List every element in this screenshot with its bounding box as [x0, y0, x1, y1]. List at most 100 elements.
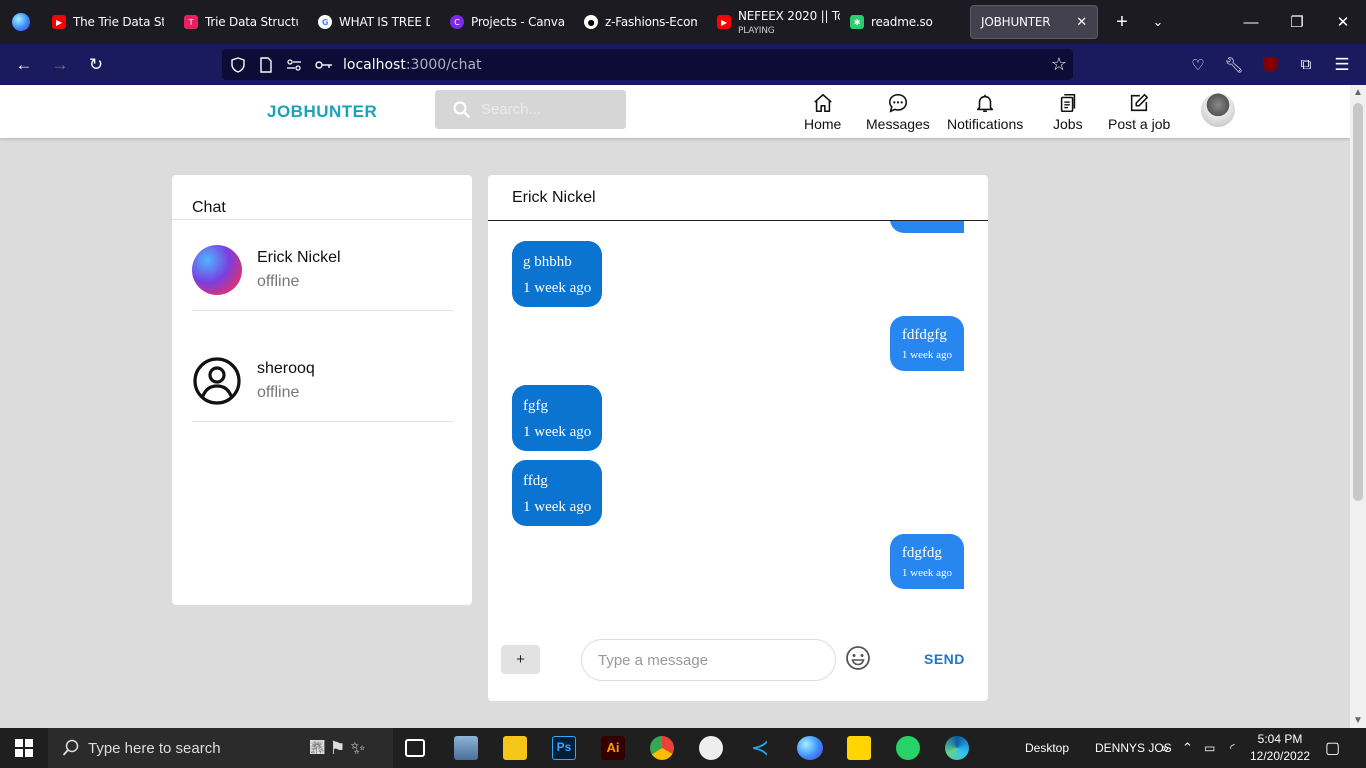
- scroll-up-icon[interactable]: ▲: [1353, 87, 1363, 98]
- bookmark-star-icon[interactable]: ☆: [1051, 54, 1067, 75]
- illustrator-icon[interactable]: Ai: [601, 736, 625, 760]
- nav-notifications-label: Notifications: [947, 116, 1024, 132]
- emoji-icon[interactable]: [845, 645, 871, 671]
- forward-icon[interactable]: →: [42, 44, 78, 85]
- youtube-icon: ▶: [717, 15, 731, 29]
- close-window-icon[interactable]: ✕: [1320, 0, 1366, 44]
- nav-jobs[interactable]: Jobs: [1053, 92, 1083, 132]
- contact-item[interactable]: sherooq offline: [192, 331, 453, 422]
- tab-title: Trie Data Structur: [205, 15, 298, 29]
- message-bubble-incoming: g bhbhb 1 week ago: [512, 241, 603, 307]
- nav-post-job[interactable]: Post a job: [1108, 92, 1170, 132]
- task-view-icon[interactable]: [405, 739, 425, 757]
- ublock-icon[interactable]: [1252, 44, 1288, 85]
- edge-icon[interactable]: [945, 736, 969, 760]
- new-tab-icon[interactable]: +: [1104, 11, 1140, 34]
- nav-messages-label: Messages: [866, 116, 930, 132]
- back-icon[interactable]: ←: [6, 44, 42, 85]
- user-avatar[interactable]: [1201, 93, 1235, 127]
- extensions-icon[interactable]: ⧉: [1288, 44, 1324, 85]
- brand-logo[interactable]: JOBHUNTER: [267, 102, 377, 122]
- file-explorer-icon[interactable]: [503, 736, 527, 760]
- restore-icon[interactable]: ❐: [1274, 0, 1320, 44]
- scrollbar-thumb[interactable]: [1353, 103, 1363, 501]
- reload-icon[interactable]: ↻: [78, 44, 114, 85]
- wrench-icon[interactable]: 🔧︎: [1216, 44, 1252, 85]
- nav-home[interactable]: Home: [804, 92, 841, 132]
- photos-app-icon[interactable]: [454, 736, 478, 760]
- search-box[interactable]: [435, 90, 626, 129]
- tab-title: Projects - Canva: [471, 15, 564, 29]
- send-button[interactable]: SEND: [924, 651, 965, 667]
- browser-tab[interactable]: ● z-Fashions-Ecom: [574, 0, 707, 44]
- tab-title: NEFEEX 2020 || Tc: [738, 8, 840, 23]
- url-path: :3000/chat: [405, 56, 482, 73]
- firefox-menu-icon[interactable]: [0, 0, 42, 44]
- message-list[interactable]: g bhbhb 1 week ago fdfdgfg 1 week ago fg…: [488, 221, 988, 621]
- wifi-icon[interactable]: ◜: [1230, 728, 1235, 768]
- close-tab-icon[interactable]: ✕: [1076, 15, 1087, 30]
- whatsapp-icon[interactable]: [896, 736, 920, 760]
- tab-title: z-Fashions-Ecom: [605, 15, 697, 29]
- clipboard-icon: [1060, 93, 1075, 113]
- message-bubble-outgoing: [890, 221, 964, 233]
- contact-name: Erick Nickel: [257, 249, 341, 266]
- browser-tab-bar: ▶ The Trie Data Stru T Trie Data Structu…: [0, 0, 1366, 44]
- nav-messages[interactable]: Messages: [866, 92, 930, 132]
- message-bubble-outgoing: fdfdgfg 1 week ago: [889, 316, 964, 371]
- home-icon: [813, 93, 832, 113]
- nav-jobs-label: Jobs: [1053, 116, 1083, 132]
- message-input[interactable]: [581, 639, 836, 681]
- browser-tab[interactable]: C Projects - Canva: [440, 0, 574, 44]
- notification-center-icon[interactable]: ▢: [1325, 728, 1340, 768]
- search-icon: [62, 739, 79, 756]
- chat-list-panel: Chat Erick Nickel offline sherooq offlin…: [172, 175, 472, 605]
- contact-status: offline: [257, 384, 300, 401]
- nav-notifications[interactable]: Notifications: [947, 92, 1023, 132]
- browser-tab-active[interactable]: JOBHUNTER ✕: [970, 5, 1098, 39]
- chrome-icon[interactable]: [650, 736, 674, 760]
- github-icon: ●: [584, 15, 598, 29]
- minimize-icon[interactable]: —: [1228, 0, 1274, 44]
- search-input[interactable]: [481, 101, 611, 118]
- vscode-icon[interactable]: ≺: [748, 736, 772, 760]
- user-toolbar-label[interactable]: DENNYS JOS: [1095, 728, 1172, 768]
- chevron-right-icon[interactable]: »: [1162, 728, 1169, 768]
- pocket-icon[interactable]: ♡: [1180, 44, 1216, 85]
- key-icon: [315, 60, 332, 69]
- battery-icon[interactable]: ▭: [1204, 728, 1215, 768]
- vivaldi-icon[interactable]: [699, 736, 723, 760]
- nav-post-job-label: Post a job: [1108, 116, 1171, 132]
- tab-title: readme.so: [871, 15, 933, 29]
- message-time: 1 week ago: [523, 424, 592, 440]
- url-bar[interactable]: localhost:3000/chat ☆: [222, 49, 1073, 80]
- taskbar-search[interactable]: Type here to search 🎆︎ ⚑ ✨︎: [48, 728, 393, 768]
- message-bubble-incoming: fgfg 1 week ago: [512, 385, 603, 451]
- firefox-icon[interactable]: [797, 736, 823, 760]
- sticky-notes-icon[interactable]: [847, 736, 871, 760]
- permissions-icon: [287, 58, 301, 71]
- browser-tab[interactable]: ✱ readme.so: [840, 0, 964, 44]
- page-icon: [260, 56, 272, 73]
- browser-tab[interactable]: ▶ The Trie Data Stru: [42, 0, 174, 44]
- message-composer: + SEND: [488, 631, 988, 701]
- google-icon: G: [318, 15, 332, 29]
- clock-date: 12/20/2022: [1250, 749, 1311, 763]
- message-time: 1 week ago: [523, 499, 592, 515]
- tray-overflow-icon[interactable]: ⌃: [1182, 728, 1193, 768]
- page-scrollbar[interactable]: ▲ ▼: [1350, 85, 1366, 728]
- attach-button[interactable]: +: [501, 645, 540, 674]
- browser-tab[interactable]: G WHAT IS TREE DA: [308, 0, 440, 44]
- browser-tab[interactable]: T Trie Data Structur: [174, 0, 308, 44]
- contact-item[interactable]: Erick Nickel offline: [192, 220, 453, 311]
- scroll-down-icon[interactable]: ▼: [1353, 715, 1363, 726]
- message-text: fdgfdg: [901, 545, 942, 561]
- windows-start-icon[interactable]: [0, 728, 48, 768]
- desktop-toolbar-label[interactable]: Desktop: [1025, 728, 1069, 768]
- chat-header: Erick Nickel: [488, 175, 988, 221]
- photoshop-icon[interactable]: Ps: [552, 736, 576, 760]
- list-tabs-icon[interactable]: ⌄: [1140, 14, 1176, 30]
- browser-tab[interactable]: ▶ NEFEEX 2020 || Tc PLAYING: [707, 0, 840, 44]
- taskbar-clock[interactable]: 5:04 PM 12/20/2022: [1250, 731, 1310, 765]
- menu-icon[interactable]: ☰: [1324, 44, 1360, 85]
